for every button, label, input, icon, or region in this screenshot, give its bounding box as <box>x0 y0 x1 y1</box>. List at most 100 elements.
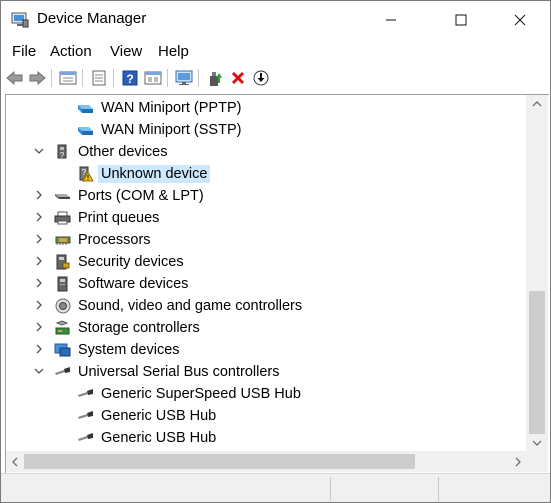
system-icon <box>54 343 71 357</box>
status-bar-separator <box>438 477 439 501</box>
toolbar-separator <box>198 69 199 87</box>
view-button[interactable] <box>143 68 163 88</box>
list-button[interactable] <box>89 68 109 88</box>
horizontal-scroll-thumb[interactable] <box>24 454 415 469</box>
tree-item-label: System devices <box>78 342 180 358</box>
other-devices-icon: ? <box>57 144 67 160</box>
forward-button[interactable] <box>27 68 47 88</box>
chevron-right-icon[interactable] <box>33 298 45 312</box>
security-device-icon <box>56 254 70 270</box>
back-button[interactable] <box>5 68 25 88</box>
close-button[interactable] <box>497 1 543 39</box>
scroll-left-button[interactable] <box>6 451 23 472</box>
chevron-right-icon[interactable] <box>33 188 45 202</box>
toolbar-separator <box>51 69 52 87</box>
toolbar: ? <box>1 65 550 91</box>
chevron-down-icon[interactable] <box>33 144 45 158</box>
vertical-scroll-thumb[interactable] <box>529 291 545 434</box>
software-device-icon <box>57 276 68 292</box>
tree-item-unknown-device[interactable]: ? Unknown device <box>6 163 526 185</box>
menu-file[interactable]: File <box>12 43 36 60</box>
device-tree-frame: WAN Miniport (PPTP) WAN Miniport (SSTP) … <box>5 94 549 473</box>
svg-text:?: ? <box>60 151 65 160</box>
vertical-scrollbar[interactable] <box>526 95 548 451</box>
toolbar-separator <box>82 69 83 87</box>
tree-item-processors[interactable]: Processors <box>6 229 526 251</box>
tree-item-ports[interactable]: Ports (COM & LPT) <box>6 185 526 207</box>
chevron-right-icon[interactable] <box>33 276 45 290</box>
tree-item-label: Security devices <box>78 254 184 270</box>
chevron-right-icon[interactable] <box>33 210 45 224</box>
update-driver-button[interactable] <box>205 68 225 88</box>
tree-item-other-devices[interactable]: ? Other devices <box>6 141 526 163</box>
help-icon: ? <box>122 70 138 86</box>
scroll-down-button[interactable] <box>526 434 548 451</box>
tree-item-generic-superspeed-usb-hub[interactable]: Generic SuperSpeed USB Hub <box>6 383 526 405</box>
tree-item-storage-controllers[interactable]: Storage controllers <box>6 317 526 339</box>
properties-button[interactable] <box>58 68 78 88</box>
chevron-right-icon[interactable] <box>33 232 45 246</box>
tree-item-label: Print queues <box>78 210 160 226</box>
usb-plug-icon <box>78 433 93 441</box>
tree-item-generic-usb-hub[interactable]: Generic USB Hub <box>6 427 526 449</box>
horizontal-scrollbar[interactable] <box>6 451 526 472</box>
tree-item-software-devices[interactable]: Software devices <box>6 273 526 295</box>
tree-item-generic-usb-hub[interactable]: Generic USB Hub <box>6 405 526 427</box>
window-title: Device Manager <box>37 10 147 27</box>
disable-device-button[interactable] <box>251 68 271 88</box>
chevron-up-icon <box>532 100 542 106</box>
chevron-right-icon <box>515 457 521 466</box>
tree-item-wan-miniport-sstp[interactable]: WAN Miniport (SSTP) <box>6 119 526 141</box>
toolbar-separator <box>113 69 114 87</box>
status-bar-separator <box>330 477 331 501</box>
chevron-down-icon[interactable] <box>33 364 45 378</box>
uninstall-icon <box>231 71 245 85</box>
chevron-right-icon[interactable] <box>33 342 45 356</box>
menu-bar: File Action View Help <box>1 41 550 63</box>
menu-view[interactable]: View <box>110 43 142 60</box>
network-adapter-icon <box>78 127 93 135</box>
device-manager-window: Device Manager File Action View Help ? W… <box>0 0 551 503</box>
back-arrow-icon <box>6 71 23 85</box>
usb-plug-icon <box>78 389 93 397</box>
scroll-up-button[interactable] <box>526 95 548 112</box>
usb-plug-icon <box>78 411 93 419</box>
usb-icon <box>55 367 70 375</box>
network-adapter-icon <box>78 105 93 113</box>
forward-arrow-icon <box>29 71 46 85</box>
monitor-icon <box>175 70 193 85</box>
list-icon <box>92 70 106 86</box>
properties-icon <box>59 71 77 85</box>
maximize-button[interactable] <box>438 1 484 39</box>
uninstall-device-button[interactable] <box>228 68 248 88</box>
scrollbar-corner <box>526 451 548 472</box>
svg-text:?: ? <box>126 72 133 86</box>
tree-item-label: Other devices <box>78 144 168 160</box>
tree-item-label: Universal Serial Bus controllers <box>78 364 280 380</box>
tree-item-system-devices[interactable]: System devices <box>6 339 526 361</box>
tree-item-security-devices[interactable]: Security devices <box>6 251 526 273</box>
chevron-right-icon[interactable] <box>33 320 45 334</box>
tree-item-label: Unknown device <box>98 165 211 183</box>
scan-hardware-button[interactable] <box>174 68 194 88</box>
minimize-icon <box>386 19 396 21</box>
title-bar: Device Manager <box>1 1 550 39</box>
help-button[interactable]: ? <box>120 68 140 88</box>
tree-item-wan-miniport-pptp[interactable]: WAN Miniport (PPTP) <box>6 97 526 119</box>
printer-icon <box>54 211 71 225</box>
chevron-right-icon[interactable] <box>33 254 45 268</box>
device-tree: WAN Miniport (PPTP) WAN Miniport (SSTP) … <box>6 95 526 451</box>
close-icon <box>514 14 526 26</box>
tree-item-label: Generic USB Hub <box>101 408 217 424</box>
menu-help[interactable]: Help <box>158 43 189 60</box>
scroll-right-button[interactable] <box>509 451 526 472</box>
minimize-button[interactable] <box>368 1 414 39</box>
chevron-down-icon <box>532 440 542 446</box>
tree-item-sound-video-game[interactable]: Sound, video and game controllers <box>6 295 526 317</box>
tree-item-print-queues[interactable]: Print queues <box>6 207 526 229</box>
menu-action[interactable]: Action <box>50 43 92 60</box>
tree-item-label: Processors <box>78 232 151 248</box>
view-icon <box>144 71 162 85</box>
tree-item-usb-controllers[interactable]: Universal Serial Bus controllers <box>6 361 526 383</box>
tree-item-label: Ports (COM & LPT) <box>78 188 204 204</box>
